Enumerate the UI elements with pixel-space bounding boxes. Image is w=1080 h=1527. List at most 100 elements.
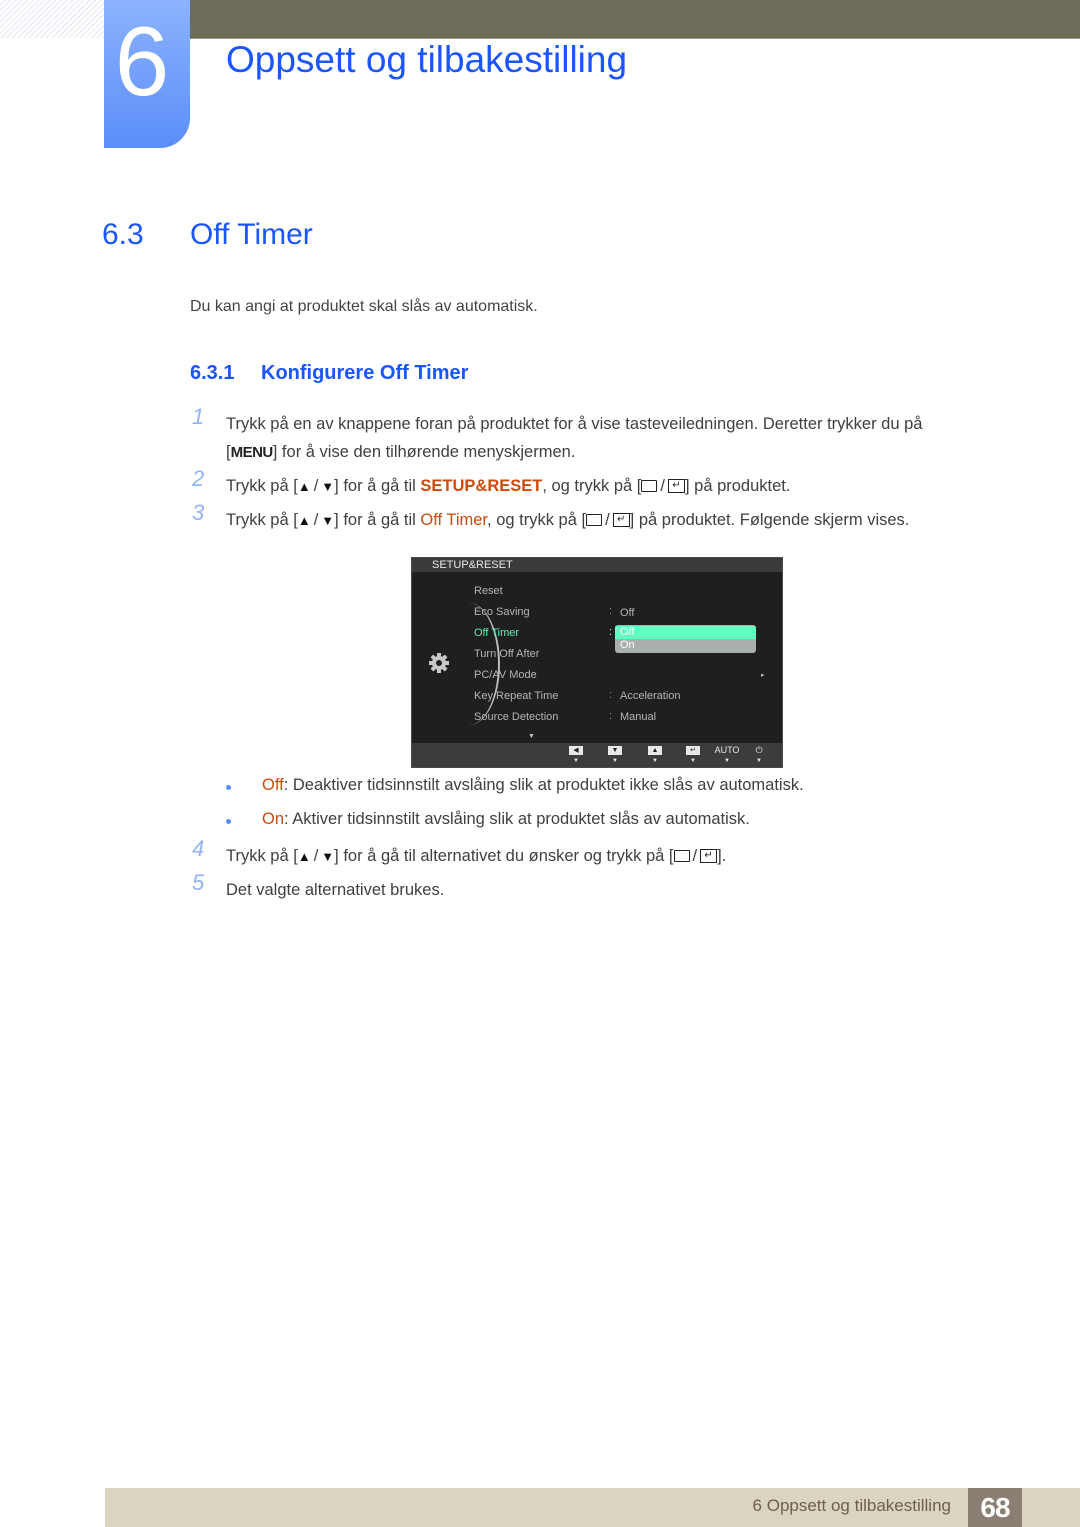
osd-item-key-repeat-time[interactable]: Key Repeat Time (474, 690, 558, 702)
enter-key-icon: ↵ (612, 512, 630, 527)
osd-item-off-timer[interactable]: Off Timer (474, 627, 519, 639)
source-key-icon (673, 849, 690, 862)
osd-item-source-detection[interactable]: Source Detection (474, 711, 558, 723)
up-arrow-icon: ▲ (648, 746, 662, 755)
highlight-off-timer: Off Timer (420, 511, 488, 529)
step-text: Trykk på [▲ / ▼] for å gå til Off Timer, o… (226, 506, 909, 535)
auto-label: AUTO (714, 745, 740, 755)
bullet-term: On (262, 810, 285, 828)
step-text: Trykk på [▲ / ▼] for å gå til SETUP&RESET,… (226, 472, 790, 501)
enter-key-icon: ↵ (700, 848, 718, 863)
text: ] på produktet. (684, 477, 791, 495)
text: ] på produktet. Følgende skjerm vises. (629, 511, 910, 529)
osd-button-auto[interactable]: AUTO ▼ (714, 746, 740, 766)
step-number: 2 (192, 466, 205, 491)
section-number: 6.3 (102, 218, 144, 251)
off-timer-dropdown[interactable]: Off On (615, 625, 756, 653)
section-title: Off Timer (190, 218, 313, 251)
up-arrow-icon: ▲ (297, 849, 311, 864)
slash: / (313, 477, 319, 495)
enter-key-icon: ↵ (667, 478, 685, 493)
gear-icon (429, 653, 449, 673)
marker-icon: ▼ (573, 758, 579, 764)
bullet-desc: : Aktiver tidsinnstilt avslåing slik at … (284, 810, 750, 828)
osd-item-eco-saving[interactable]: Eco Saving (474, 606, 530, 618)
marker-icon: ▼ (690, 758, 696, 764)
bullet-desc: : Deaktiver tidsinnstilt avslåing slik a… (283, 776, 804, 794)
down-arrow-icon: ▼ (321, 849, 335, 864)
marker-icon: ▼ (756, 758, 762, 764)
step-number: 4 (192, 836, 205, 861)
chapter-number: 6 (114, 6, 170, 116)
bullet-dot (226, 785, 231, 790)
submenu-arrow-icon: ▸ (761, 672, 765, 679)
step-text-rest: ] for å vise den tilhørende menyskjermen… (272, 443, 576, 461)
bullet-text: Off: Deaktiver tidsinnstilt avslåing sli… (262, 776, 804, 795)
source-key-icon (641, 479, 658, 492)
dropdown-option-off[interactable]: Off (615, 626, 756, 639)
osd-footer-buttons: ◀ ▼ ▼ ▼ ▲ ▼ ↵ ▼ AUTO ▼ ⏻ ▼ (412, 743, 782, 767)
bullet-text: On: Aktiver tidsinnstilt avslåing slik a… (262, 810, 750, 829)
page-footer: 6 Oppsett og tilbakestilling 68 (105, 1488, 1080, 1527)
down-arrow-icon: ▼ (321, 479, 335, 494)
step-number: 3 (192, 500, 205, 525)
osd-menu-screenshot: SETUP&RESET Reset Eco Saving : Off Off T… (411, 557, 783, 768)
step-text-line2: [MENU] for å vise den tilhørende menyskj… (226, 438, 575, 467)
text: ]. (717, 847, 727, 865)
header-hatch-decoration (0, 0, 104, 38)
text: Trykk på [ (226, 477, 298, 495)
osd-button-power[interactable]: ⏻ ▼ (750, 746, 768, 766)
chapter-tab: 6 (104, 0, 190, 148)
dropdown-option-on[interactable]: On (615, 639, 756, 652)
source-key-icon (586, 513, 603, 526)
slash: / (313, 511, 319, 529)
step-number: 5 (192, 870, 205, 895)
up-arrow-icon: ▲ (297, 513, 311, 528)
left-arrow-icon: ◀ (569, 746, 583, 755)
text: Trykk på [ (226, 511, 298, 529)
step-text: Trykk på [▲ / ▼] for å gå til alternativet… (226, 842, 726, 871)
highlight-setup-reset: SETUP&RESET (420, 477, 543, 495)
marker-icon: ▼ (612, 758, 618, 764)
step-text: Det valgte alternativet brukes. (226, 881, 445, 899)
bullet-term: Off (262, 776, 284, 794)
text: , og trykk på [ (487, 511, 587, 529)
osd-colon: : (609, 626, 613, 638)
osd-value-eco-saving: Off (620, 607, 635, 619)
chapter-title: Oppsett og tilbakestilling (226, 39, 628, 80)
osd-button-left[interactable]: ◀ ▼ (567, 746, 585, 766)
osd-colon: : (609, 689, 613, 701)
osd-button-enter[interactable]: ↵ ▼ (684, 746, 702, 766)
text: ] for å gå til (334, 477, 421, 495)
step-number: 1 (192, 404, 205, 429)
osd-item-turn-off-after[interactable]: Turn Off After (474, 648, 539, 660)
section-intro: Du kan angi at produktet skal slås av au… (190, 298, 538, 315)
slash: / (660, 477, 665, 495)
slash: / (313, 847, 319, 865)
osd-button-up[interactable]: ▲ ▼ (646, 746, 664, 766)
marker-icon: ▼ (724, 758, 730, 764)
up-arrow-icon: ▲ (297, 479, 311, 494)
osd-colon: : (609, 605, 613, 617)
osd-value-key-repeat-time: Acceleration (620, 690, 681, 702)
down-arrow-icon: ▼ (321, 513, 335, 528)
down-arrow-icon: ▼ (608, 746, 622, 755)
text: , og trykk på [ (542, 477, 642, 495)
enter-icon: ↵ (686, 746, 700, 755)
osd-item-reset[interactable]: Reset (474, 585, 503, 597)
header-bar (190, 0, 1080, 39)
slash: / (605, 511, 610, 529)
osd-colon: : (609, 710, 613, 722)
menu-key-icon: MENU (230, 444, 274, 461)
subsection-title: Konfigurere Off Timer (261, 362, 469, 384)
osd-value-source-detection: Manual (620, 711, 657, 723)
osd-button-down[interactable]: ▼ ▼ (606, 746, 624, 766)
text: ] for å gå til (334, 511, 421, 529)
text: Trykk på [ (226, 847, 298, 865)
footer-chapter-title: 6 Oppsett og tilbakestilling (752, 1496, 951, 1515)
osd-item-pc-av-mode[interactable]: PC/AV Mode (474, 669, 537, 681)
osd-header-title: SETUP&RESET (432, 559, 513, 571)
marker-icon: ▼ (652, 758, 658, 764)
osd-header: SETUP&RESET (412, 558, 782, 572)
slash: / (692, 847, 698, 865)
